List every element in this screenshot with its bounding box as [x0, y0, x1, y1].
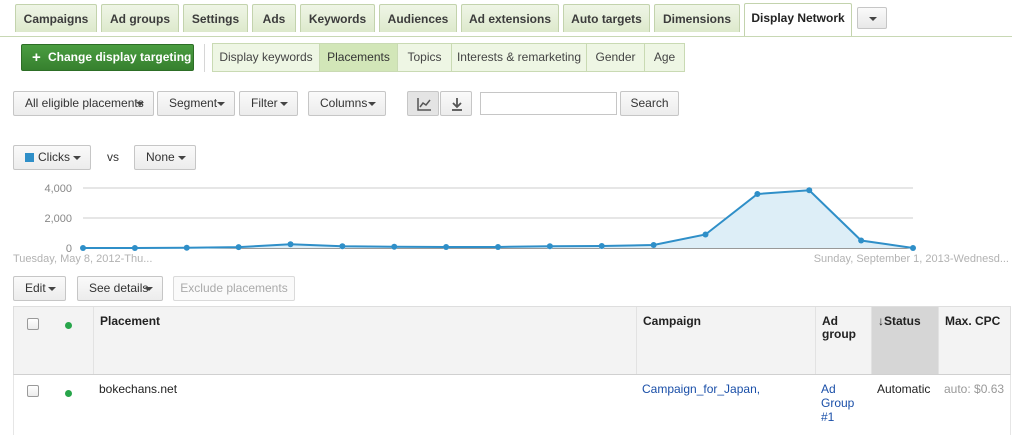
- see-details-label: See details: [89, 281, 149, 295]
- subtab-placements[interactable]: Placements: [319, 43, 398, 72]
- column-header-campaign[interactable]: Campaign: [636, 307, 815, 374]
- clicks-data-point: [754, 191, 761, 197]
- tab-audiences[interactable]: Audiences: [379, 4, 457, 32]
- chevron-down-icon: [145, 287, 153, 291]
- campaign-link[interactable]: Campaign_for_Japan,: [636, 375, 815, 403]
- edit-label: Edit: [25, 281, 46, 295]
- clicks-data-point: [80, 245, 86, 251]
- tab-ad-groups[interactable]: Ad groups: [101, 4, 179, 32]
- chart-x-start-label: Tuesday, May 8, 2012-Thu...: [13, 253, 153, 265]
- tab-display-network[interactable]: Display Network: [744, 3, 852, 36]
- series-color-swatch: [25, 153, 34, 162]
- clicks-data-point: [546, 243, 553, 250]
- exclude-placements-button[interactable]: Exclude placements: [173, 276, 295, 301]
- chevron-down-icon: [280, 102, 288, 106]
- chevron-down-icon: [48, 287, 56, 291]
- chevron-down-icon: [178, 156, 186, 160]
- ad-group-link[interactable]: Ad Group #1: [815, 375, 871, 431]
- more-tabs-button[interactable]: [857, 7, 887, 29]
- edit-dropdown[interactable]: Edit: [13, 276, 66, 301]
- subtab-gender[interactable]: Gender: [586, 43, 645, 72]
- columns-label: Columns: [320, 96, 368, 110]
- clicks-data-point: [650, 242, 657, 248]
- search-button[interactable]: Search: [620, 91, 679, 116]
- clicks-data-point: [806, 187, 813, 194]
- y-tick-label: 4,000: [44, 183, 72, 195]
- tab-dimensions[interactable]: Dimensions: [654, 4, 740, 32]
- enabled-status-dot-icon: [65, 390, 72, 397]
- placements-filter-dropdown[interactable]: All eligible placements: [13, 91, 154, 116]
- vs-label: vs: [107, 150, 119, 164]
- clicks-data-point: [443, 243, 450, 250]
- subtab-interests-remarketing[interactable]: Interests & remarketing: [451, 43, 587, 72]
- clicks-chart: 4,0002,0000: [44, 183, 916, 254]
- tab-keywords[interactable]: Keywords: [300, 4, 375, 32]
- clicks-data-point: [598, 243, 605, 250]
- metric1-label: Clicks: [38, 150, 70, 164]
- columns-dropdown[interactable]: Columns: [308, 91, 386, 116]
- subtab-display-keywords[interactable]: Display keywords: [212, 43, 320, 72]
- placements-filter-label: All eligible placements: [25, 96, 144, 110]
- clicks-data-point: [235, 244, 242, 251]
- segment-label: Segment: [169, 96, 218, 110]
- change-display-targeting-button[interactable]: + Change display targeting: [21, 44, 194, 71]
- select-all-checkbox[interactable]: [27, 318, 39, 330]
- clicks-data-point: [183, 244, 190, 251]
- subtab-age[interactable]: Age: [644, 43, 685, 72]
- chevron-down-icon: [136, 102, 144, 106]
- tab-settings[interactable]: Settings: [183, 4, 248, 32]
- toggle-graph-button[interactable]: [407, 91, 439, 116]
- placement-cell: bokechans.net: [99, 382, 178, 396]
- metric2-dropdown[interactable]: None: [134, 145, 196, 170]
- tab-campaigns[interactable]: Campaigns: [15, 4, 97, 32]
- y-tick-label: 2,000: [44, 213, 72, 225]
- metric2-label: None: [146, 150, 175, 164]
- column-header-max-cpc[interactable]: Max. CPC: [938, 307, 1011, 374]
- tab-auto-targets[interactable]: Auto targets: [563, 4, 650, 32]
- table-header: Placement Campaign Ad group ↓Status Max.…: [13, 306, 1011, 375]
- clicks-data-point: [495, 243, 501, 250]
- tab-ad-extensions[interactable]: Ad extensions: [461, 4, 559, 32]
- plus-icon: +: [32, 49, 41, 66]
- clicks-data-point: [910, 245, 916, 251]
- subtab-topics[interactable]: Topics: [397, 43, 452, 72]
- status-cell: Automatic: [877, 382, 931, 396]
- column-header-placement[interactable]: Placement: [93, 307, 636, 374]
- metric1-dropdown[interactable]: Clicks: [13, 145, 91, 170]
- clicks-data-point: [391, 243, 398, 250]
- row-checkbox[interactable]: [27, 385, 39, 397]
- chevron-down-icon: [73, 156, 81, 160]
- search-input[interactable]: [480, 92, 617, 115]
- line-chart-icon: [417, 98, 431, 111]
- divider: [204, 44, 205, 72]
- max-cpc-cell[interactable]: auto: $0.63: [938, 375, 1011, 403]
- status-dot-icon: [65, 322, 72, 329]
- chevron-down-icon: [217, 102, 225, 106]
- chevron-down-icon: [368, 102, 376, 106]
- column-header-status[interactable]: ↓Status: [871, 307, 938, 374]
- table-row[interactable]: bokechans.net Campaign_for_Japan, Ad Gro…: [13, 375, 1011, 435]
- clicks-data-point: [339, 243, 346, 250]
- top-tab-bar: Campaigns Ad groups Settings Ads Keyword…: [0, 0, 1012, 37]
- clicks-data-point: [287, 241, 294, 248]
- segment-dropdown[interactable]: Segment: [157, 91, 235, 116]
- filter-dropdown[interactable]: Filter: [239, 91, 298, 116]
- tab-ads[interactable]: Ads: [252, 4, 296, 32]
- clicks-data-point: [702, 231, 709, 238]
- chart-x-end-label: Sunday, September 1, 2013-Wednesd...: [813, 253, 1009, 265]
- status-header-label: Status: [884, 314, 921, 328]
- clicks-data-point: [858, 237, 865, 244]
- filter-label: Filter: [251, 96, 278, 110]
- column-header-ad-group[interactable]: Ad group: [815, 307, 871, 374]
- clicks-data-point: [131, 245, 138, 251]
- download-icon: [452, 98, 462, 111]
- clicks-area: [83, 190, 913, 248]
- change-display-targeting-label: Change display targeting: [48, 50, 192, 64]
- see-details-dropdown[interactable]: See details: [77, 276, 163, 301]
- download-button[interactable]: [440, 91, 472, 116]
- chevron-down-icon: [869, 17, 877, 21]
